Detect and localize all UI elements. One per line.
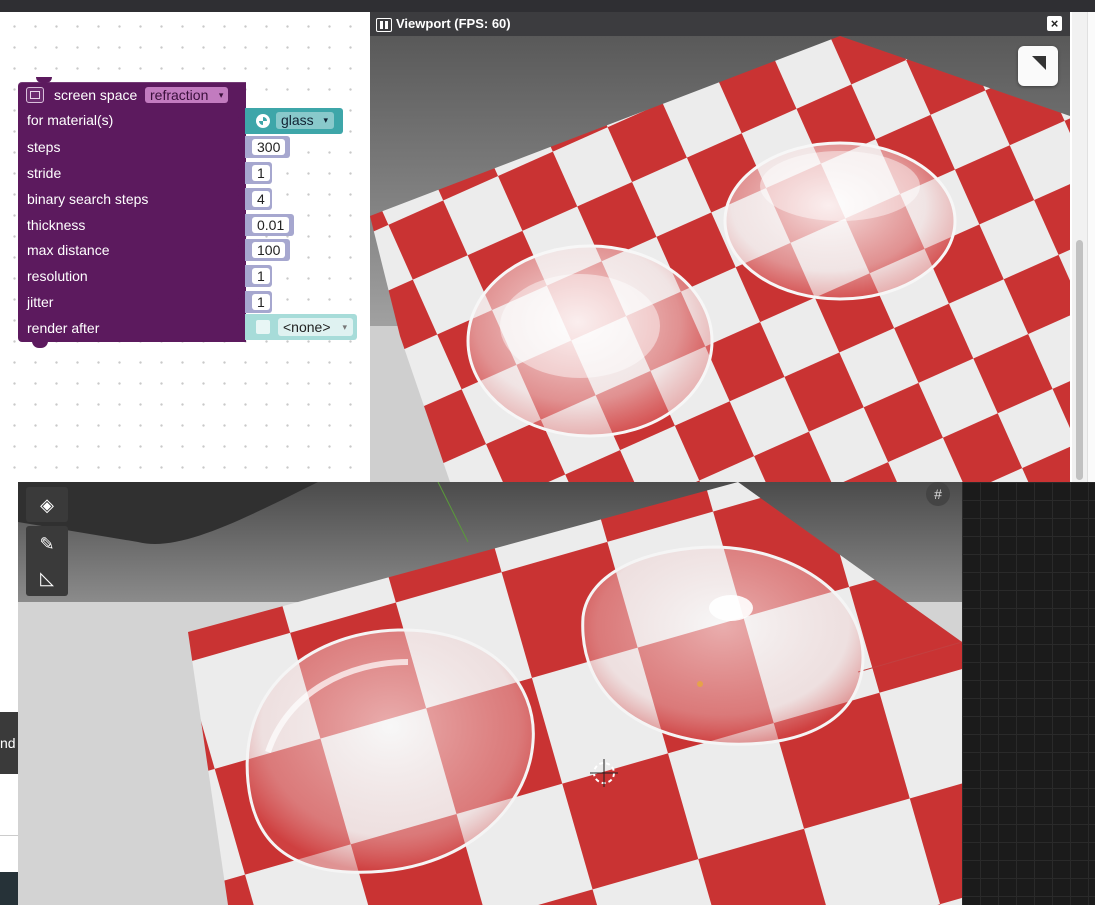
viewport-render[interactable] <box>370 36 1070 482</box>
label-binary-search-steps: binary search steps <box>27 191 149 207</box>
pause-icon[interactable] <box>376 18 392 32</box>
camera-effect-icon <box>26 87 44 103</box>
jitter-block[interactable]: 1 <box>245 291 272 313</box>
binary-search-steps-field[interactable]: 4 <box>252 191 270 207</box>
mode-dropdown[interactable]: refraction ▾ <box>145 87 229 103</box>
divider <box>0 835 18 836</box>
label-thickness: thickness <box>27 217 86 233</box>
material-dropdown[interactable]: glass ▾ <box>276 112 334 129</box>
viewport-panel: Viewport (FPS: 60) × <box>370 12 1070 482</box>
cube-icon <box>256 320 270 334</box>
chevron-down-icon: ▾ <box>218 90 224 100</box>
mode-value: refraction <box>150 87 209 103</box>
steps-field[interactable]: 300 <box>252 139 286 155</box>
node-graph-panel[interactable] <box>962 482 1095 905</box>
resolution-block[interactable]: 1 <box>245 265 272 287</box>
tool-toolbar: ✎ ◺ <box>26 526 68 596</box>
resolution-field[interactable]: 1 <box>252 268 270 284</box>
grid-icon[interactable]: # <box>926 482 950 506</box>
transform-gizmo-icon[interactable]: ◈ <box>33 491 61 519</box>
render-after-value: <none> <box>283 319 331 335</box>
render-after-dropdown[interactable]: <none> ▾ <box>278 318 353 336</box>
transform-toolbar: ◈ <box>26 487 68 522</box>
max-distance-block[interactable]: 100 <box>245 239 290 261</box>
thickness-block[interactable]: 0.01 <box>245 214 294 236</box>
expand-button[interactable] <box>1018 46 1058 86</box>
label-jitter: jitter <box>27 294 54 310</box>
dark-panel-fragment <box>0 872 18 905</box>
viewport-header: Viewport (FPS: 60) × <box>370 12 1070 36</box>
scrollbar-thumb[interactable] <box>1076 240 1083 480</box>
chevron-down-icon: ▾ <box>342 322 347 332</box>
draw-icon[interactable]: ✎ <box>33 530 61 558</box>
app-top-bar <box>0 0 1095 12</box>
label-stride: stride <box>27 165 62 181</box>
label-resolution: resolution <box>27 268 88 284</box>
jitter-field[interactable]: 1 <box>252 294 270 310</box>
stride-field[interactable]: 1 <box>252 165 270 181</box>
editor-render[interactable] <box>18 482 962 905</box>
steps-block[interactable]: 300 <box>245 136 290 158</box>
label-for-materials: for material(s) <box>27 112 114 128</box>
measure-icon[interactable]: ◺ <box>33 564 61 592</box>
stride-block[interactable]: 1 <box>245 162 272 184</box>
max-distance-field[interactable]: 100 <box>252 242 286 258</box>
material-value: glass <box>281 112 314 128</box>
editor-viewport[interactable]: ◈ ✎ ◺ <box>18 482 962 905</box>
left-panel-fragment <box>0 482 18 905</box>
thickness-field[interactable]: 0.01 <box>252 217 290 233</box>
block-title: screen space <box>54 87 138 103</box>
viewport-scrollbar[interactable] <box>1072 12 1087 482</box>
tooltip-fragment: nd y <box>0 712 18 774</box>
right-panel-edge <box>1087 12 1095 482</box>
binary-search-steps-block[interactable]: 4 <box>245 188 272 210</box>
close-button[interactable]: × <box>1047 16 1062 31</box>
label-render-after: render after <box>27 320 100 336</box>
material-icon <box>256 114 270 128</box>
label-steps: steps <box>27 139 61 155</box>
viewport-title: Viewport (FPS: 60) <box>396 16 511 31</box>
label-max-distance: max distance <box>27 242 110 258</box>
chevron-down-icon: ▾ <box>323 115 328 125</box>
